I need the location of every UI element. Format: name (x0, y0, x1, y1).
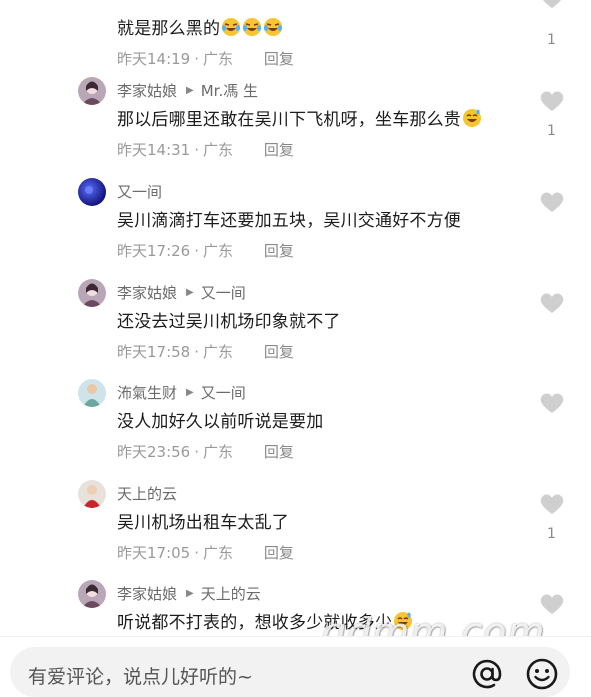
comment-text: 还没去过吴川机场印象就不了 (117, 312, 341, 332)
comment-author-row: 又一间 (117, 181, 162, 202)
comment-author-row: 㳍氣生财 ▶ 又一间 (117, 382, 246, 403)
comment-author-row: 天上的云 (117, 483, 177, 504)
comment-item: 就是那么黑的 昨天14:19 · 广东 回复 1 (0, 0, 591, 86)
comment-text: 那以后哪里还敢在吴川下飞机呀，坐车那么贵 (117, 105, 482, 130)
comment-time: 昨天17:26 (117, 242, 191, 260)
comment-input[interactable]: 有爱评论，说点儿好听的~ (10, 647, 570, 697)
heart-icon[interactable] (539, 492, 565, 516)
comment-location: 广东 (203, 343, 234, 361)
comment-text: 就是那么黑的 (117, 14, 283, 39)
comment-item: 李家姑娘 ▶ Mr.馮 生 那以后哪里还敢在吴川下飞机呀，坐车那么贵 昨天14:… (0, 77, 591, 177)
reply-arrow-icon: ▶ (186, 588, 194, 599)
comment-time: 昨天17:05 (117, 544, 191, 562)
laugh-cry-icon (220, 17, 241, 37)
comment-meta: 昨天23:56 · 广东 回复 (117, 443, 294, 461)
comment-input-bar: 有爱评论，说点儿好听的~ (0, 636, 591, 697)
reply-button[interactable]: 回复 (264, 141, 294, 159)
avatar[interactable] (78, 77, 106, 105)
sweat-laugh-icon (461, 108, 482, 128)
like-count: 1 (547, 32, 556, 48)
avatar[interactable] (78, 279, 106, 307)
heart-icon[interactable] (539, 89, 565, 113)
like-count: 1 (547, 526, 556, 542)
comment-author[interactable]: 李家姑娘 (117, 80, 177, 101)
comment-item: 又一间 吴川滴滴打车还要加五块，吴川交通好不方便 昨天17:26 · 广东 回复 (0, 178, 591, 278)
comment-location: 广东 (203, 544, 234, 562)
comment-item: 李家姑娘 ▶ 又一间 还没去过吴川机场印象就不了 昨天17:58 · 广东 回复 (0, 279, 591, 379)
reply-target[interactable]: 又一间 (201, 382, 246, 403)
laugh-cry-icon (262, 17, 283, 37)
reply-arrow-icon: ▶ (186, 85, 194, 96)
comment-location: 广东 (203, 242, 234, 260)
reply-arrow-icon: ▶ (186, 387, 194, 398)
comment-author-row: 李家姑娘 ▶ Mr.馮 生 (117, 80, 258, 101)
comment-text: 吴川滴滴打车还要加五块，吴川交通好不方便 (117, 211, 461, 231)
heart-icon[interactable] (539, 291, 565, 315)
comment-meta: 昨天17:58 · 广东 回复 (117, 343, 294, 361)
reply-button[interactable]: 回复 (264, 443, 294, 461)
avatar[interactable] (78, 480, 106, 508)
reply-target[interactable]: 又一间 (201, 282, 246, 303)
heart-icon[interactable] (539, 190, 565, 214)
emoji-face-icon[interactable] (525, 657, 559, 691)
comment-time: 昨天14:19 (117, 50, 191, 68)
avatar[interactable] (78, 580, 106, 608)
comment-location: 广东 (203, 141, 234, 159)
comment-author[interactable]: 李家姑娘 (117, 282, 177, 303)
reply-target[interactable]: 天上的云 (201, 583, 261, 604)
reply-button[interactable]: 回复 (264, 50, 294, 68)
reply-target[interactable]: Mr.馮 生 (201, 80, 258, 101)
comment-time: 昨天14:31 (117, 141, 191, 159)
reply-button[interactable]: 回复 (264, 343, 294, 361)
at-icon[interactable] (470, 657, 504, 691)
like-count: 1 (547, 123, 556, 139)
comment-author[interactable]: 李家姑娘 (117, 583, 177, 604)
laugh-cry-icon (241, 17, 262, 37)
heart-icon[interactable] (539, 391, 565, 415)
comment-meta: 昨天14:19 · 广东 回复 (117, 50, 294, 68)
comment-meta: 昨天17:26 · 广东 回复 (117, 242, 294, 260)
comment-meta: 昨天14:31 · 广东 回复 (117, 141, 294, 159)
comment-author[interactable]: 㳍氣生财 (117, 382, 177, 403)
avatar[interactable] (78, 178, 106, 206)
comment-author[interactable]: 又一间 (117, 181, 162, 202)
comment-item: 天上的云 吴川机场出租车太乱了 昨天17:05 · 广东 回复 1 (0, 480, 591, 580)
comment-meta: 昨天17:05 · 广东 回复 (117, 544, 294, 562)
comment-time: 昨天17:58 (117, 343, 191, 361)
reply-arrow-icon: ▶ (186, 287, 194, 298)
comment-time: 昨天23:56 (117, 443, 191, 461)
comment-text: 吴川机场出租车太乱了 (117, 513, 289, 533)
reply-button[interactable]: 回复 (264, 544, 294, 562)
comment-item: 㳍氣生财 ▶ 又一间 没人加好久以前听说是要加 昨天23:56 · 广东 回复 (0, 379, 591, 479)
reply-button[interactable]: 回复 (264, 242, 294, 260)
avatar[interactable] (78, 379, 106, 407)
comment-input-placeholder: 有爱评论，说点儿好听的~ (28, 666, 253, 688)
comment-author-row: 李家姑娘 ▶ 又一间 (117, 282, 246, 303)
comment-author-row: 李家姑娘 ▶ 天上的云 (117, 583, 261, 604)
comment-text: 没人加好久以前听说是要加 (117, 412, 324, 432)
comment-location: 广东 (203, 443, 234, 461)
heart-icon[interactable] (539, 0, 565, 10)
comment-author[interactable]: 天上的云 (117, 483, 177, 504)
comment-location: 广东 (203, 50, 234, 68)
